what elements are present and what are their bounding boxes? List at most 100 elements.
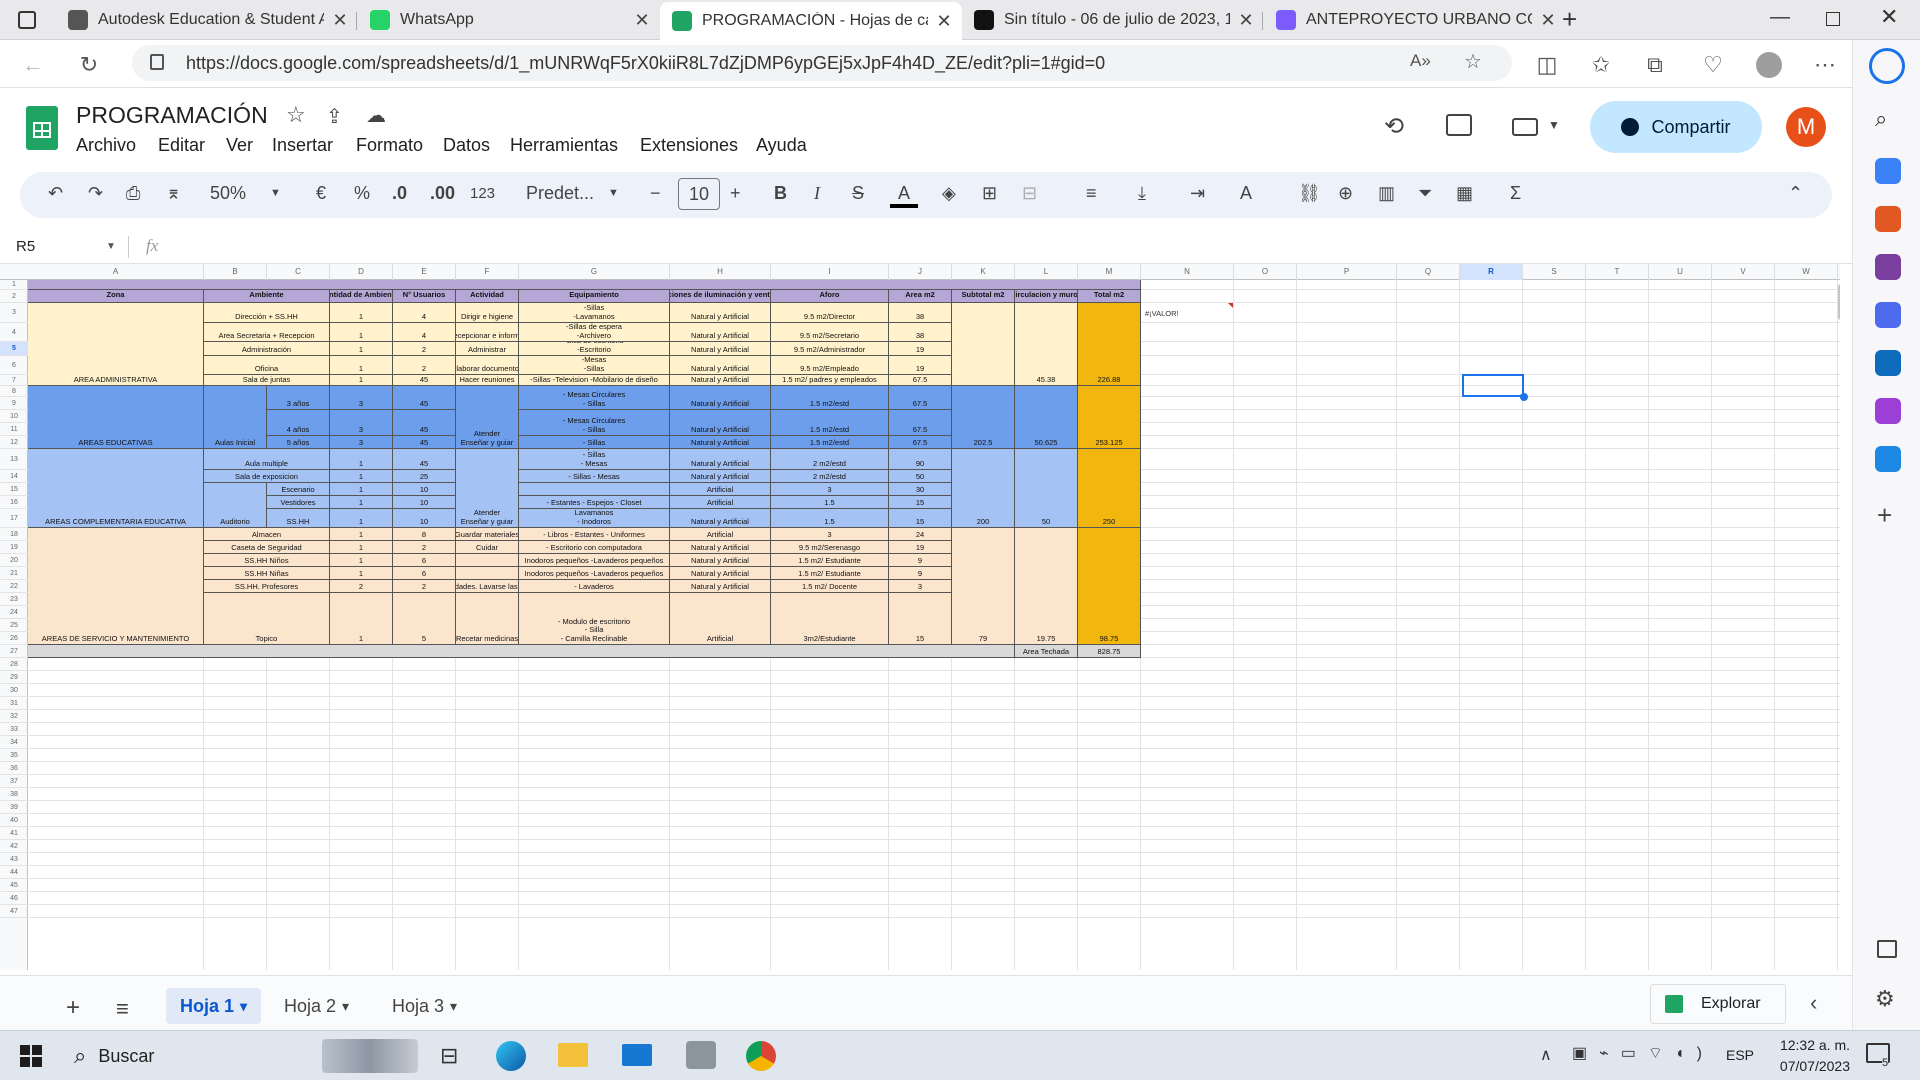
ambiente-cell[interactable]: SS.HH xyxy=(267,509,330,528)
column-header[interactable]: D xyxy=(330,264,393,280)
column-header[interactable]: W xyxy=(1775,264,1838,280)
menu-item[interactable]: Datos xyxy=(443,135,490,156)
profile-icon[interactable] xyxy=(1756,52,1782,78)
text-color-button[interactable]: A xyxy=(890,183,918,208)
column-title[interactable]: Subtotal m2 xyxy=(952,290,1015,303)
table-cell[interactable]: 9.5 m2/Director xyxy=(771,303,889,323)
table-cell[interactable]: 15 xyxy=(889,509,952,528)
column-header[interactable]: T xyxy=(1586,264,1649,280)
font-select[interactable]: Predet... xyxy=(526,183,594,204)
table-cell[interactable]: 2 xyxy=(393,541,456,554)
table-cell[interactable]: 2 xyxy=(393,580,456,593)
tools-icon[interactable] xyxy=(1875,206,1901,232)
ambiente-cell[interactable]: SS.HH Niñas xyxy=(204,567,330,580)
column-title[interactable]: Area m2 xyxy=(889,290,952,303)
table-cell[interactable]: 1 xyxy=(330,483,393,496)
grand-total-cell[interactable]: 226.88 xyxy=(1078,303,1141,386)
fill-color-icon[interactable]: ◈ xyxy=(942,183,956,204)
all-sheets-icon[interactable]: ≡ xyxy=(116,996,129,1022)
move-folder-icon[interactable]: ⇪ xyxy=(326,104,343,129)
row-header[interactable]: 31 xyxy=(0,697,28,710)
chrome-taskbar-icon[interactable] xyxy=(746,1041,776,1071)
column-header[interactable]: A xyxy=(28,264,204,280)
insert-comment-icon[interactable]: ⊕ xyxy=(1338,183,1353,204)
table-cell[interactable]: 4 xyxy=(393,323,456,342)
strikethrough-button[interactable]: S xyxy=(852,183,864,204)
decrease-font-size-button[interactable]: − xyxy=(650,183,661,204)
column-header[interactable]: N xyxy=(1141,264,1234,280)
browser-essentials-icon[interactable]: ♡ xyxy=(1700,52,1726,78)
split-screen-icon[interactable]: ◫ xyxy=(1534,52,1560,78)
row-header[interactable]: 20 xyxy=(0,554,28,567)
column-header[interactable]: M xyxy=(1078,264,1141,280)
row-header[interactable]: 4 xyxy=(0,323,28,342)
zone-cell[interactable]: AREAS EDUCATIVAS xyxy=(28,386,204,449)
table-cell[interactable]: 38 xyxy=(889,303,952,323)
column-header[interactable]: H xyxy=(670,264,771,280)
paint-format-icon[interactable]: ⌆ xyxy=(166,183,181,204)
menu-item[interactable]: Archivo xyxy=(76,135,136,156)
maximize-button[interactable] xyxy=(1826,12,1840,26)
table-cell[interactable]: Natural y Artificial xyxy=(670,509,771,528)
ambiente-cell[interactable]: Aulas Inicial xyxy=(204,386,267,449)
column-header[interactable]: E xyxy=(393,264,456,280)
favorite-star-icon[interactable]: ☆ xyxy=(1464,49,1482,74)
filter-views-icon[interactable]: ▦ xyxy=(1456,183,1473,204)
table-cell[interactable]: 1 xyxy=(330,496,393,509)
table-cell[interactable]: 45 xyxy=(393,449,456,470)
clock-date[interactable]: 07/07/2023 xyxy=(1770,1058,1850,1074)
column-title[interactable]: Zona xyxy=(28,290,204,303)
row-header[interactable]: 5 xyxy=(0,342,28,356)
row-header[interactable]: 37 xyxy=(0,775,28,788)
row-header[interactable]: 12 xyxy=(0,436,28,449)
row-header[interactable]: 19 xyxy=(0,541,28,554)
table-cell[interactable]: 3m2/Estudiante xyxy=(771,593,889,645)
collections-icon[interactable]: ⧉ xyxy=(1642,52,1668,78)
ambiente-cell[interactable]: Area Secretaria + Recepcion xyxy=(204,323,330,342)
close-tab-icon[interactable]: ✕ xyxy=(632,10,652,31)
search-icon[interactable]: ⌕ xyxy=(1875,106,1887,132)
table-cell[interactable]: 1 xyxy=(330,449,393,470)
actividad-cell[interactable]: Elaborar documentos xyxy=(456,356,519,375)
grand-total-cell[interactable]: 98.75 xyxy=(1078,528,1141,645)
italic-button[interactable]: I xyxy=(814,183,820,204)
table-cell[interactable]: 1.5 xyxy=(771,509,889,528)
table-cell[interactable]: 2 m2/estd xyxy=(771,470,889,483)
table-cell[interactable]: Natural y Artificial xyxy=(670,386,771,410)
reload-button[interactable]: ↻ xyxy=(76,52,102,78)
row-header[interactable]: 9 xyxy=(0,397,28,410)
footer-cell[interactable] xyxy=(28,645,1015,658)
share-button[interactable]: Compartir xyxy=(1590,101,1762,153)
actividad-cell[interactable]: Atender Enseñar y guiar xyxy=(456,386,519,449)
ambiente-cell[interactable]: Topico xyxy=(204,593,330,645)
total-cell[interactable]: 19.75 xyxy=(1015,528,1078,645)
row-header[interactable]: 10 xyxy=(0,410,28,423)
table-cell[interactable]: 2 m2/estd xyxy=(771,449,889,470)
table-cell[interactable]: 19 xyxy=(889,356,952,375)
spreadsheet-grid[interactable]: ABCDEFGHIJKLMNOPQRSTUVW 1 2 3 4 5 6 7 8 9 10 11 12 1… xyxy=(0,264,1840,970)
ambiente-cell[interactable]: Escenario xyxy=(267,483,330,496)
table-cell[interactable]: 2 xyxy=(393,342,456,356)
ambiente-cell[interactable]: Caseta de Seguridad xyxy=(204,541,330,554)
grand-total-cell[interactable]: 253.125 xyxy=(1078,386,1141,449)
text-rotation-icon[interactable]: A xyxy=(1240,183,1252,204)
ambiente-cell[interactable]: Administración xyxy=(204,342,330,356)
menu-item[interactable]: Editar xyxy=(158,135,205,156)
table-cell[interactable]: Natural y Artificial xyxy=(670,356,771,375)
column-title[interactable]: Total m2 xyxy=(1078,290,1141,303)
table-cell[interactable]: 3 xyxy=(330,386,393,410)
number-format-button[interactable]: 123 xyxy=(470,185,495,202)
row-header[interactable]: 27 xyxy=(0,645,28,658)
table-cell[interactable]: -Sillas -Television -Mobilario de diseño xyxy=(519,375,670,386)
star-icon[interactable]: ☆ xyxy=(286,102,306,128)
table-cell[interactable]: 9.5 m2/Secretario xyxy=(771,323,889,342)
url-field[interactable]: https://docs.google.com/spreadsheets/d/1… xyxy=(132,45,1512,81)
row-header[interactable]: 30 xyxy=(0,684,28,697)
table-cell[interactable]: -Silla de escritorio-Escritorio xyxy=(519,342,670,356)
table-cell[interactable]: 10 xyxy=(393,483,456,496)
ambiente-cell[interactable]: 4 años xyxy=(267,410,330,436)
table-cell[interactable]: 2 xyxy=(330,580,393,593)
table-cell[interactable]: Natural y Artificial xyxy=(670,580,771,593)
row-header[interactable]: 25 xyxy=(0,619,28,632)
row-header[interactable]: 26 xyxy=(0,632,28,645)
